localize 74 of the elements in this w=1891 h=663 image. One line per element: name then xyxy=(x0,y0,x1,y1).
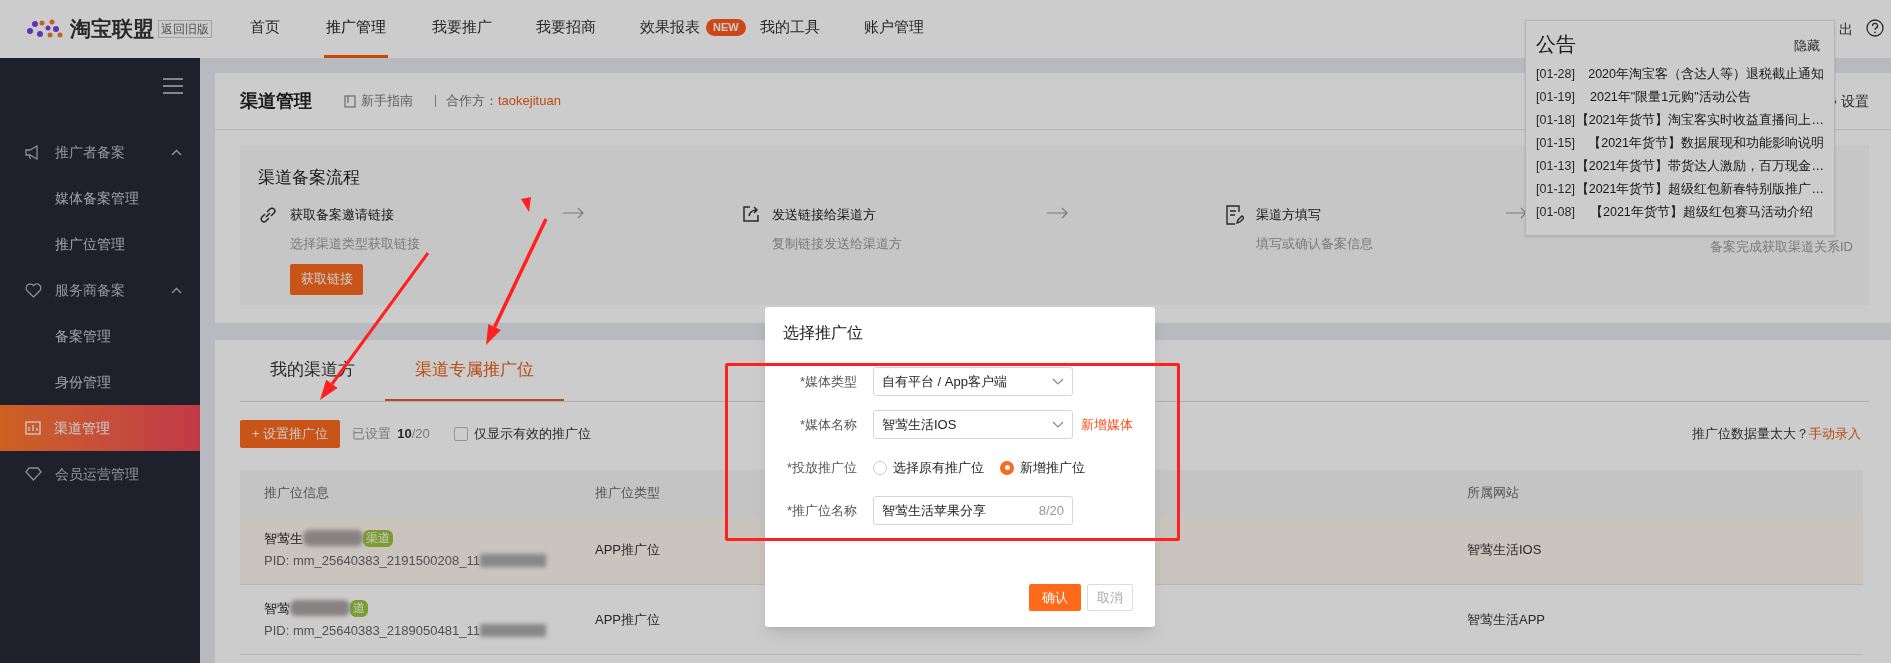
sidebar-item[interactable]: 备案管理 xyxy=(0,313,200,359)
guide-link[interactable]: 新手指南 xyxy=(361,91,413,111)
notice-link[interactable]: 【2021年货节】带货达人激励，百万现金… xyxy=(1575,157,1824,175)
column-header: 推广位类型 xyxy=(595,484,660,500)
step-description: 复制链接发送给渠道方 xyxy=(772,235,902,253)
sidebar-group[interactable]: 推广者备案 xyxy=(0,129,200,175)
partner-name: taokejituan xyxy=(498,92,561,111)
radio-label: 选择原有推广位 xyxy=(893,458,984,477)
pid-text: PID: mm_25640383_2189050481_11 xyxy=(264,622,480,640)
notice-date: [01-18] xyxy=(1536,112,1576,129)
sidebar-item[interactable]: 身份管理 xyxy=(0,359,200,405)
table-cell: APP推广位 xyxy=(595,541,660,557)
field-label: *媒体类型 xyxy=(798,372,857,391)
sidebar-item[interactable]: 推广位管理 xyxy=(0,221,200,267)
text-field[interactable]: 智莺生活苹果分享 8/20 xyxy=(873,496,1073,525)
notice-link[interactable]: 【2021年货节】超级红包新春特别版推广… xyxy=(1575,180,1824,198)
process-title: 渠道备案流程 xyxy=(258,167,360,189)
notice-date: [01-08] xyxy=(1536,204,1576,221)
modal-title: 选择推广位 xyxy=(782,323,864,343)
table-cell: APP推广位 xyxy=(595,611,660,627)
notice-link[interactable]: 【2021年货节】淘宝客实时收益直播间上… xyxy=(1575,111,1824,129)
notice-title: 公告 xyxy=(1536,32,1576,57)
placement-name: 智莺生 xyxy=(264,529,303,548)
nav-tab[interactable]: 我要招商 xyxy=(536,0,596,58)
channel-badge: 渠道 xyxy=(363,529,393,547)
table-cell: 智莺生活IOS xyxy=(1467,541,1542,557)
step-description: 选择渠道类型获取链接 xyxy=(290,235,420,253)
partner-label: 合作方： xyxy=(446,92,498,111)
channel-badge: 道 xyxy=(350,599,368,617)
checkbox-label: 仅显示有效的推广位 xyxy=(473,425,591,444)
count-label: 已设置 xyxy=(352,425,392,444)
field-label: *投放推广位 xyxy=(785,458,857,477)
select-field[interactable]: 自有平台 / App客户端 xyxy=(873,367,1073,396)
pid-text: PID: mm_25640383_2191500208_11 xyxy=(264,552,480,570)
notice-link[interactable]: 2021年"限量1元购"活动公告 xyxy=(1590,88,1751,106)
sidebar-item[interactable]: 会员运营管理 xyxy=(0,451,200,497)
page-title: 渠道管理 xyxy=(240,89,312,113)
notice-link[interactable]: 2020年淘宝客（含达人等）退税截止通知 xyxy=(1588,65,1824,83)
nav-tab[interactable]: 我要推广 xyxy=(432,0,492,58)
logo-text: 淘宝联盟 xyxy=(70,16,154,43)
field-label: *媒体名称 xyxy=(798,415,857,434)
table-cell: 智莺生活APP xyxy=(1467,611,1545,627)
notice-date: [01-12] xyxy=(1536,181,1576,198)
notice-date: [01-28] xyxy=(1536,66,1576,83)
column-header: 所属网站 xyxy=(1467,484,1519,500)
step-title: 发送链接给渠道方 xyxy=(772,205,877,224)
nav-tab[interactable]: 账户管理 xyxy=(863,0,924,58)
notice-date: [01-15] xyxy=(1536,135,1576,152)
nav-tab[interactable]: 效果报表 NEW xyxy=(640,0,746,58)
step-title: 获取备案邀请链接 xyxy=(290,205,395,224)
select-field[interactable]: 智莺生活IOS xyxy=(873,410,1073,439)
count-value: 10/20 xyxy=(397,425,430,444)
sidebar-item[interactable]: 媒体备案管理 xyxy=(0,175,200,221)
radio-label: 新增推广位 xyxy=(1020,458,1085,477)
new-badge: NEW xyxy=(706,19,746,36)
step-description: 填写或确认备案信息 xyxy=(1256,235,1373,253)
nav-tab[interactable]: 首页 xyxy=(250,0,280,58)
nav-tab[interactable]: 推广管理 xyxy=(324,0,388,58)
nav-tab[interactable]: 我的工具 xyxy=(759,0,820,58)
step-title: 渠道方填写 xyxy=(1256,205,1322,224)
notice-link[interactable]: 【2021年货节】数据展现和功能影响说明 xyxy=(1588,134,1824,152)
notice-link[interactable]: 【2021年货节】超级红包赛马活动介绍 xyxy=(1590,203,1813,221)
placement-name: 智莺 xyxy=(264,599,290,618)
sidebar-group[interactable]: 服务商备案 xyxy=(0,267,200,313)
hint-text: 推广位数据量太大？ xyxy=(1692,425,1809,444)
notice-date: [01-13] xyxy=(1536,158,1576,175)
logout-link[interactable]: 出 xyxy=(1839,19,1853,40)
field-label: *推广位名称 xyxy=(785,501,857,520)
step-description: 备案完成获取渠道关系ID xyxy=(1710,237,1853,256)
notice-date: [01-19] xyxy=(1536,89,1576,106)
column-header: 推广位信息 xyxy=(264,484,329,500)
old-version-link[interactable]: 返回旧版 xyxy=(158,20,212,38)
hide-link[interactable]: 隐藏 xyxy=(1794,35,1824,59)
settings-link[interactable]: 设置 xyxy=(1841,90,1869,112)
